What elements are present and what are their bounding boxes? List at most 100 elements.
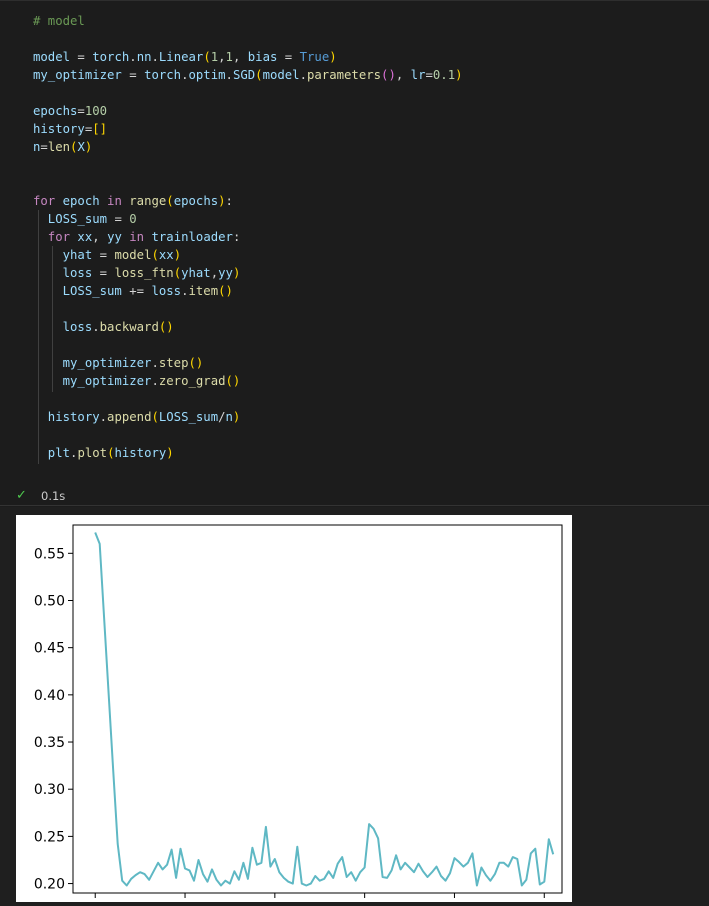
code-token: history xyxy=(114,446,167,460)
code-token: . xyxy=(181,68,189,82)
y-tick-label: 0.30 xyxy=(34,782,65,798)
code-token: ( xyxy=(203,50,211,64)
code-token: append xyxy=(107,410,152,424)
code-token: . xyxy=(151,356,159,370)
code-token: yy xyxy=(107,230,130,244)
code-token: model xyxy=(33,50,71,64)
code-token: . xyxy=(99,410,108,424)
output-divider xyxy=(0,505,709,506)
code-token: += xyxy=(121,284,152,298)
code-token: ) xyxy=(455,68,463,82)
code-token: ) xyxy=(218,194,226,208)
loss-series-line xyxy=(94,532,555,887)
indent-guide xyxy=(52,246,53,392)
code-token: SGD xyxy=(232,68,256,82)
code-token: () xyxy=(381,68,396,82)
code-token: LOSS_sum xyxy=(33,284,122,298)
code-token: item xyxy=(188,284,219,298)
code-token: True xyxy=(299,50,330,64)
code-token: my_optimizer xyxy=(33,68,122,82)
code-token: in xyxy=(107,194,122,208)
code-token: ( xyxy=(166,194,174,208)
code-token: . xyxy=(129,50,137,64)
code-token: : xyxy=(232,230,241,244)
code-token: lr xyxy=(410,68,426,82)
code-token: = xyxy=(121,68,145,82)
code-token: [] xyxy=(92,122,108,136)
code-line[interactable]: plt.plot(history) xyxy=(33,444,174,462)
code-token: # model xyxy=(33,14,85,28)
code-token: my_optimizer xyxy=(33,374,152,388)
code-line[interactable]: my_optimizer = torch.optim.SGD(model.par… xyxy=(33,66,463,84)
code-token: 0 xyxy=(129,212,137,226)
code-token: / xyxy=(218,410,226,424)
check-icon: ✓ xyxy=(16,488,27,503)
code-token: yhat xyxy=(33,248,93,262)
code-token: . xyxy=(225,68,233,82)
code-line[interactable]: LOSS_sum = 0 xyxy=(33,210,137,228)
code-token: , xyxy=(92,230,108,244)
code-token: step xyxy=(158,356,189,370)
code-line[interactable]: for epoch in range(epochs): xyxy=(33,192,233,210)
code-cell[interactable]: # model model = torch.nn.Linear(1,1, bias… xyxy=(0,0,709,507)
code-line[interactable]: for xx, yy in trainloader: xyxy=(33,228,241,246)
code-line[interactable]: # model xyxy=(33,12,85,30)
code-token: ) xyxy=(329,50,337,64)
code-token: loss xyxy=(151,284,182,298)
code-token: optim xyxy=(188,68,226,82)
y-tick-label: 0.20 xyxy=(34,877,65,893)
code-line[interactable]: model = torch.nn.Linear(1,1, bias = True… xyxy=(33,48,337,66)
code-token: yy xyxy=(218,266,233,280)
code-token: 1 xyxy=(225,50,233,64)
code-token: history xyxy=(33,410,100,424)
code-token: ) xyxy=(166,446,174,460)
code-line[interactable]: LOSS_sum += loss.item() xyxy=(33,282,233,300)
code-token: LOSS_sum xyxy=(33,212,108,226)
code-line[interactable]: loss = loss_ftn(yhat,yy) xyxy=(33,264,241,282)
code-token: LOSS_sum xyxy=(158,410,219,424)
code-line[interactable]: yhat = model(xx) xyxy=(33,246,182,264)
code-line[interactable]: n=len(X) xyxy=(33,138,92,156)
code-token: ( xyxy=(151,410,159,424)
code-token: torch xyxy=(144,68,182,82)
code-token: = xyxy=(70,50,93,64)
code-token: loss xyxy=(33,266,93,280)
code-token: ) xyxy=(173,248,182,262)
y-tick-label: 0.40 xyxy=(34,688,65,704)
code-token: yhat xyxy=(181,266,211,280)
loss-plot: 0.20 0.25 0.30 0.35 0.40 0.45 0.50 0.55 xyxy=(34,524,563,898)
code-token: len xyxy=(47,140,71,154)
code-token: , xyxy=(232,50,248,64)
y-tick-label: 0.25 xyxy=(34,829,65,845)
code-token: , xyxy=(210,266,219,280)
code-token: xx xyxy=(70,230,93,244)
code-token: in xyxy=(129,230,145,244)
code-token: epoch xyxy=(55,194,108,208)
code-token: 0.1 xyxy=(432,68,456,82)
code-line[interactable]: loss.backward() xyxy=(33,318,174,336)
code-token: backward xyxy=(99,320,159,334)
code-token: = xyxy=(77,104,85,118)
code-line[interactable]: my_optimizer.step() xyxy=(33,354,204,372)
code-token: nn xyxy=(136,50,152,64)
code-token: model xyxy=(262,68,300,82)
code-token: ( xyxy=(255,68,263,82)
code-token: = xyxy=(92,266,115,280)
code-token: for xyxy=(33,194,56,208)
y-tick-label: 0.35 xyxy=(34,735,65,751)
code-token: . xyxy=(92,320,100,334)
code-token: ( xyxy=(173,266,182,280)
code-line[interactable]: epochs=100 xyxy=(33,102,107,120)
code-token: () xyxy=(218,284,233,298)
code-line[interactable]: history.append(LOSS_sum/n) xyxy=(33,408,241,426)
cell-status-bar: ✓ 0.1s xyxy=(0,485,709,505)
code-token: loss xyxy=(33,320,93,334)
code-line[interactable]: my_optimizer.zero_grad() xyxy=(33,372,241,390)
code-line[interactable]: history=[] xyxy=(33,120,107,138)
code-token: model xyxy=(114,248,152,262)
code-token: Linear xyxy=(158,50,204,64)
y-tick-label: 0.55 xyxy=(34,546,65,562)
code-token: 100 xyxy=(84,104,108,118)
code-token: = xyxy=(40,140,48,154)
plot-output: 0.20 0.25 0.30 0.35 0.40 0.45 0.50 0.55 xyxy=(16,515,572,902)
